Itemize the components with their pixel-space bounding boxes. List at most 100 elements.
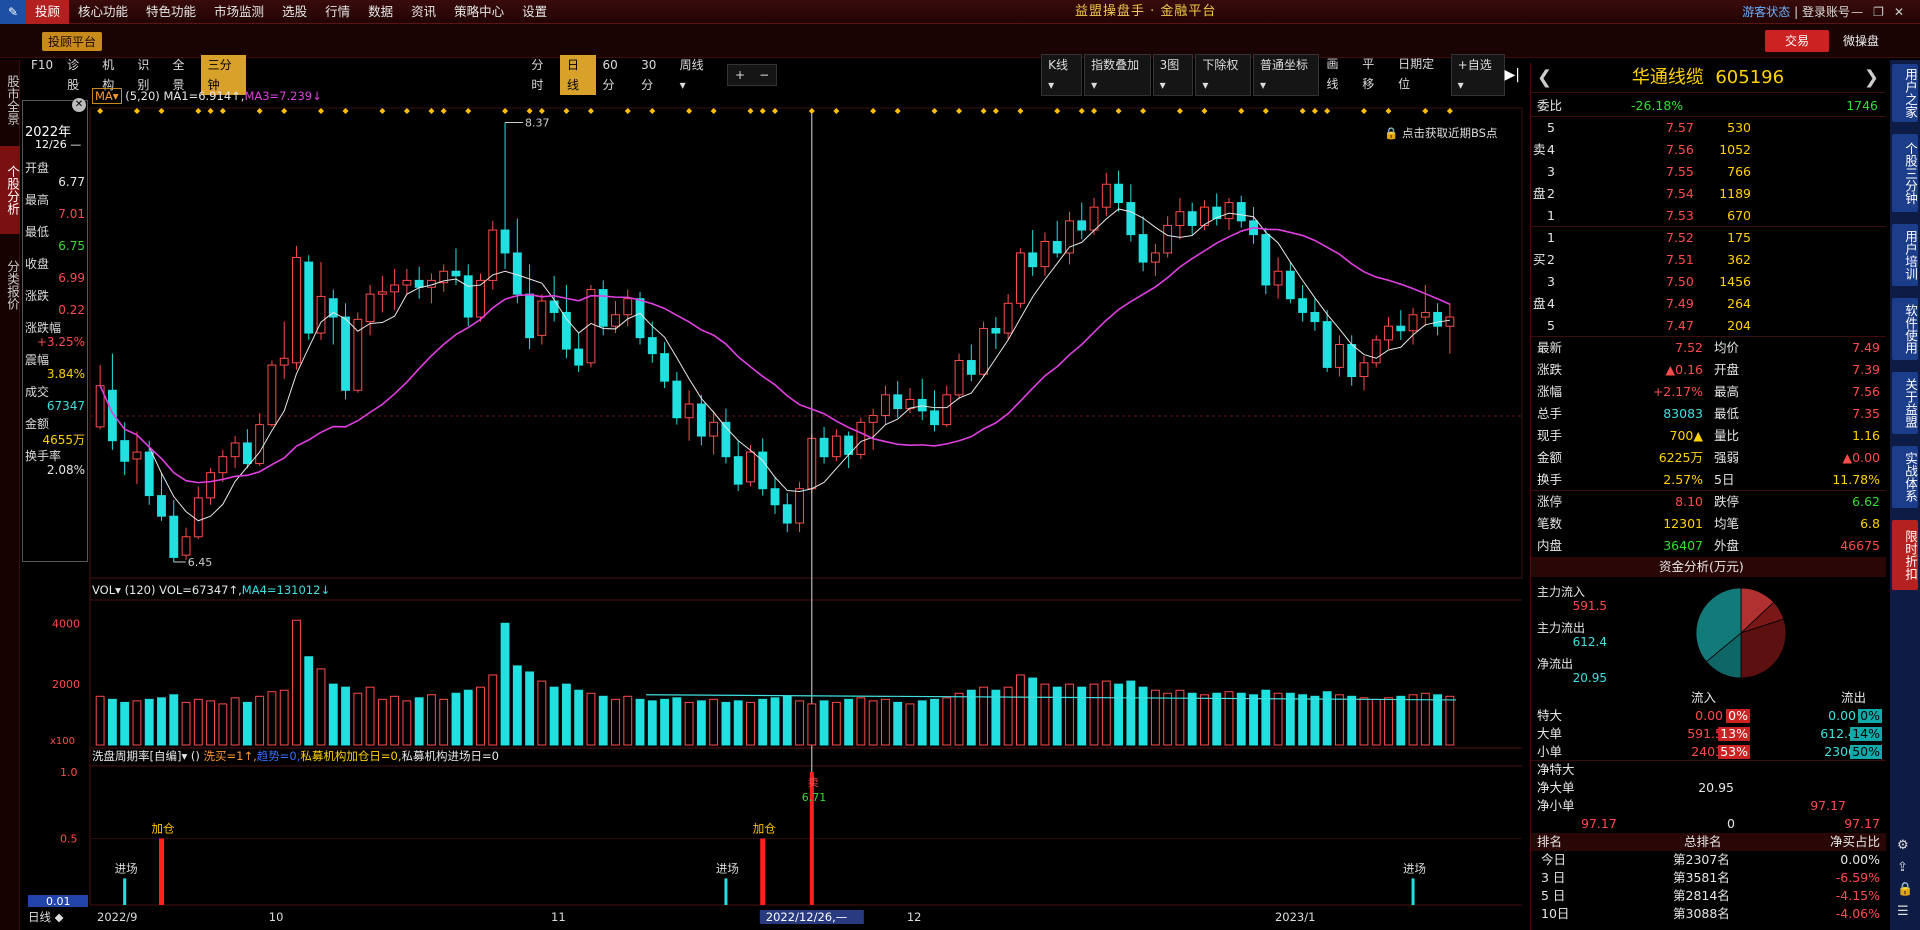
ma-selector[interactable]: MA▾ — [92, 88, 122, 104]
axis-layer: 2022/91011122023/1232022/12/26,—日线 ◆ — [28, 910, 1315, 924]
rank-value: 第2307名 — [1673, 852, 1730, 867]
menu-icon[interactable]: ☰ — [1897, 901, 1913, 923]
volume-bar — [1126, 680, 1136, 746]
right-tab[interactable]: 限时折扣 — [1892, 520, 1918, 590]
rank-head: 净买占比 — [1829, 834, 1880, 849]
volume-bar — [1236, 692, 1246, 746]
menu-item[interactable]: 投顾 — [26, 0, 70, 24]
quote-row: 笔数 12301 均笔 6.8 — [1531, 513, 1886, 535]
rank-pct: -4.15% — [1835, 888, 1880, 903]
menu-item[interactable]: 行情 — [316, 0, 359, 24]
right-tab[interactable]: 实战体系 — [1892, 446, 1918, 508]
volume-bar — [574, 689, 584, 746]
date-tick: 2023/1 — [1275, 910, 1315, 924]
stat-label: 外盘 — [1714, 538, 1740, 553]
menu-item[interactable]: 数据 — [359, 0, 402, 24]
account-area: 游客状态 | 登录账号 — [1742, 5, 1850, 19]
rank-pct: 0.00% — [1840, 852, 1880, 867]
volume-bar — [1028, 677, 1038, 746]
prev-stock-icon[interactable]: ❮ — [1537, 63, 1552, 93]
volume-bar — [1040, 683, 1050, 746]
menu-item[interactable]: 资讯 — [402, 0, 445, 24]
volume-bar — [1273, 692, 1283, 746]
quote-row: 特大 0.00 0% 0.00 0% — [1531, 707, 1886, 725]
candle-body — [390, 284, 400, 293]
volume-bar — [1138, 686, 1148, 746]
date-tick: 10 — [269, 910, 284, 924]
candle-body — [1138, 234, 1148, 263]
trade-button[interactable]: 交易 — [1765, 30, 1829, 52]
right-tab[interactable]: 软件使用 — [1892, 298, 1918, 360]
info-label: 金额 — [25, 417, 50, 431]
flow-in-pct: 13% — [1718, 726, 1750, 741]
right-tab[interactable]: 个股三分钟 — [1892, 134, 1918, 212]
menu-item[interactable]: 选股 — [273, 0, 316, 24]
quote-row: 净大单 20.95 — [1531, 779, 1886, 797]
next-stock-icon[interactable]: ❯ — [1864, 63, 1879, 93]
volume-bar — [427, 694, 436, 746]
kline-chart[interactable]: 8.37 6.45 4000 2000 x100 1.0 0.5 0.01 进场 加仓进场 加仓… — [0, 60, 1530, 930]
close-icon[interactable]: ✕ — [1894, 5, 1914, 19]
indicator-selector[interactable]: 洗盘周期率[自编]▾ — [92, 749, 187, 763]
menu-item[interactable]: 设置 — [513, 0, 556, 24]
stat-value: 11.78% — [1832, 472, 1880, 487]
quote-row: 盘 2 7.54 1189 — [1531, 183, 1886, 205]
menu-item[interactable]: 策略中心 — [445, 0, 513, 24]
candle-body — [206, 472, 215, 499]
close-icon[interactable]: ✕ — [72, 98, 86, 112]
quote-row: 今日 第2307名 0.00% — [1531, 851, 1886, 869]
volume-bar — [1433, 694, 1443, 746]
menu-item[interactable]: 特色功能 — [137, 0, 205, 24]
volume-legend: VOL▾ (120) VOL=67347↑,MA4=131012↓ — [92, 583, 330, 597]
bs-hint-text: 点击获取近期BS点 — [1401, 126, 1498, 140]
ma1-value: MA1=6.914↑, — [163, 89, 245, 103]
settings-icon[interactable]: ⚙ — [1897, 835, 1913, 857]
ma3-value: MA3=7.239↓ — [244, 89, 322, 103]
right-tab[interactable]: 用户培训 — [1892, 224, 1918, 286]
volume-bar — [770, 697, 780, 746]
candle-body — [488, 229, 498, 281]
volume-bar — [1420, 692, 1430, 746]
stat-label: 笔数 — [1537, 516, 1563, 531]
quote-row: 5 日 第2814名 -4.15% — [1531, 887, 1886, 905]
candle-body — [856, 421, 866, 455]
volume-bar — [1212, 692, 1222, 746]
right-tab[interactable]: 关于益盟 — [1892, 372, 1918, 434]
quote-row: 资金分析(万元) — [1531, 557, 1886, 577]
lock-icon[interactable]: 🔒 — [1897, 879, 1913, 901]
date-tick: 12 — [907, 910, 922, 924]
bid-level: 4 — [1547, 296, 1555, 311]
info-row: 开盘 6.77 — [23, 159, 87, 191]
candle-body — [120, 440, 130, 462]
app-logo-icon[interactable]: ✎ — [0, 0, 26, 24]
share-icon[interactable]: ⇪ — [1897, 857, 1913, 879]
bid-vol: 264 — [1727, 296, 1751, 311]
stat-label: 强弱 — [1714, 450, 1740, 465]
indicator-label: 进场 — [716, 861, 739, 875]
minimize-icon[interactable]: — — [1851, 5, 1873, 19]
guest-status[interactable]: 游客状态 — [1742, 5, 1790, 19]
micro-trade-button[interactable]: 微操盘 — [1843, 30, 1879, 52]
candle-body — [1445, 316, 1455, 327]
info-label: 开盘 — [25, 161, 50, 175]
stat-label: 涨跌 — [1537, 362, 1563, 377]
menu-item[interactable]: 核心功能 — [69, 0, 137, 24]
quote-row: 涨跌 ▲0.16 开盘 7.39 — [1531, 359, 1886, 381]
stat-label: 最新 — [1537, 340, 1563, 355]
rank-period: 3 日 — [1541, 870, 1566, 885]
right-tab[interactable]: 用户之家 — [1892, 64, 1918, 122]
sell-side-label: 盘 — [1533, 186, 1546, 201]
menu-item[interactable]: 市场监测 — [205, 0, 273, 24]
quote-row: 净特大 — [1531, 761, 1886, 779]
restore-icon[interactable]: ❐ — [1873, 5, 1894, 19]
bs-hint[interactable]: 🔒 点击获取近期BS点 — [1384, 125, 1497, 141]
indicator-bar — [123, 878, 127, 905]
advisor-platform-button[interactable]: 投顾平台 — [42, 32, 103, 51]
volume-bar — [390, 695, 400, 746]
vol-selector[interactable]: VOL▾ — [92, 583, 121, 597]
candle-body — [463, 275, 473, 318]
candle-body — [893, 394, 903, 410]
net-label: 净特大 — [1537, 762, 1575, 777]
login-link[interactable]: 登录账号 — [1802, 5, 1850, 19]
bid-level: 2 — [1547, 252, 1555, 267]
